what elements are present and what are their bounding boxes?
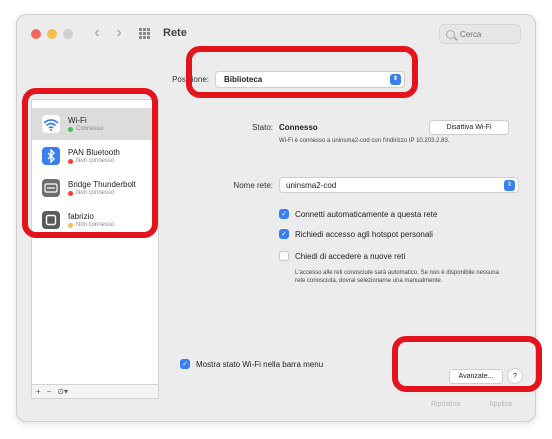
hotspot-row[interactable]: ✓ Richiedi accesso agli hotspot personal… (279, 229, 433, 239)
network-name-value: uninsma2-cod (286, 180, 337, 190)
status-description: Wi-Fi è connesso a uninsma2-cod con l'in… (279, 138, 450, 144)
network-name-label: Nome rete: (233, 181, 273, 190)
status-label: Stato: (252, 123, 273, 132)
show-status-label: Mostra stato Wi-Fi nella barra menu (196, 359, 324, 369)
disable-wifi-button[interactable]: Disattiva Wi-Fi (429, 120, 509, 135)
back-button[interactable]: ‹ (89, 24, 105, 42)
add-service-button[interactable]: + (36, 387, 41, 396)
auto-connect-checkbox[interactable]: ✓ (279, 209, 289, 219)
chevron-updown-icon: ⇕ (504, 180, 515, 191)
zoom-button[interactable] (63, 29, 73, 39)
ask-join-row[interactable]: Chiedi di accedere a nuove reti (279, 251, 405, 261)
search-icon (446, 29, 455, 39)
ask-join-label: Chiedi di accedere a nuove reti (295, 251, 406, 261)
ask-join-description: L'accesso alle reti conosciute sarà auto… (295, 270, 499, 284)
search-field[interactable] (439, 24, 521, 44)
remove-service-button[interactable]: − (47, 387, 52, 396)
action-menu-button[interactable]: ⊙▾ (57, 387, 68, 396)
forward-button[interactable]: › (111, 24, 127, 42)
hotspot-label: Richiedi accesso agli hotspot personali (295, 229, 433, 239)
auto-connect-label: Connetti automaticamente a questa rete (295, 209, 438, 219)
status-value: Connesso (279, 123, 318, 132)
auto-connect-row[interactable]: ✓ Connetti automaticamente a questa rete (279, 209, 437, 219)
apply-button[interactable]: Applica (489, 401, 512, 408)
show-all-grid-icon[interactable] (139, 28, 151, 39)
search-input[interactable] (460, 29, 515, 39)
revert-button[interactable]: Ripristina (431, 401, 460, 408)
service-list-toolbar: + − ⊙▾ (31, 385, 159, 399)
network-name-select[interactable]: uninsma2-cod ⇕ (279, 177, 519, 193)
highlight-sidebar-box (22, 88, 158, 238)
show-status-checkbox[interactable]: ✓ (180, 359, 190, 369)
highlight-advanced-box (392, 336, 542, 392)
close-button[interactable] (31, 29, 41, 39)
minimize-button[interactable] (47, 29, 57, 39)
hotspot-checkbox[interactable]: ✓ (279, 229, 289, 239)
window-title: Rete (163, 27, 187, 39)
show-status-row[interactable]: ✓ Mostra stato Wi-Fi nella barra menu (180, 359, 323, 369)
ask-join-checkbox[interactable] (279, 251, 289, 261)
highlight-location-box (186, 46, 418, 98)
